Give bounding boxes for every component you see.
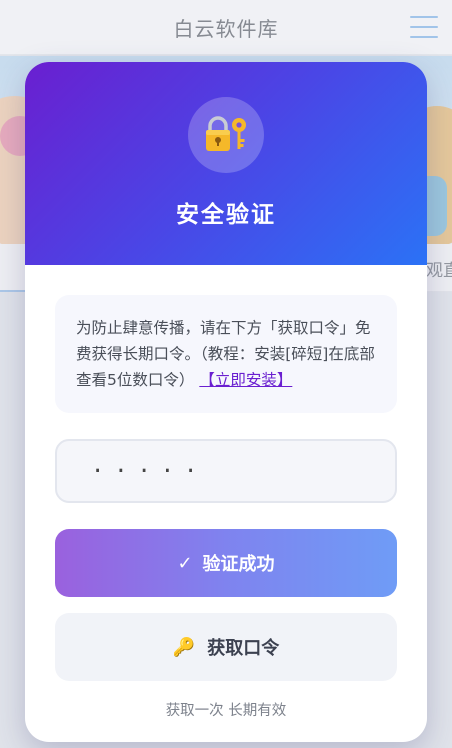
verify-button-label: 验证成功 [202, 554, 275, 575]
code-input[interactable] [55, 439, 397, 503]
modal-header: 安全验证 [25, 62, 427, 265]
modal-body: 为防止肆意传播，请在下方「获取口令」免费获得长期口令。（教程：安装[碎短]在底部… [25, 265, 427, 720]
verify-button[interactable]: ✓ 验证成功 [55, 529, 397, 597]
get-code-button[interactable]: 🔑 获取口令 [55, 613, 397, 681]
lock-with-key-icon [188, 97, 264, 173]
checkmark-icon: ✓ [177, 552, 193, 574]
footnote: 获取一次 长期有效 [165, 703, 287, 719]
modal-title: 安全验证 [176, 202, 276, 228]
notice-box: 为防止肆意传播，请在下方「获取口令」免费获得长期口令。（教程：安装[碎短]在底部… [55, 295, 397, 413]
install-link[interactable]: 【立即安装】 [199, 371, 292, 389]
verification-modal: 安全验证 为防止肆意传播，请在下方「获取口令」免费获得长期口令。（教程：安装[碎… [25, 62, 427, 742]
get-code-button-label: 获取口令 [207, 638, 280, 659]
key-icon: 🔑 [172, 636, 196, 658]
